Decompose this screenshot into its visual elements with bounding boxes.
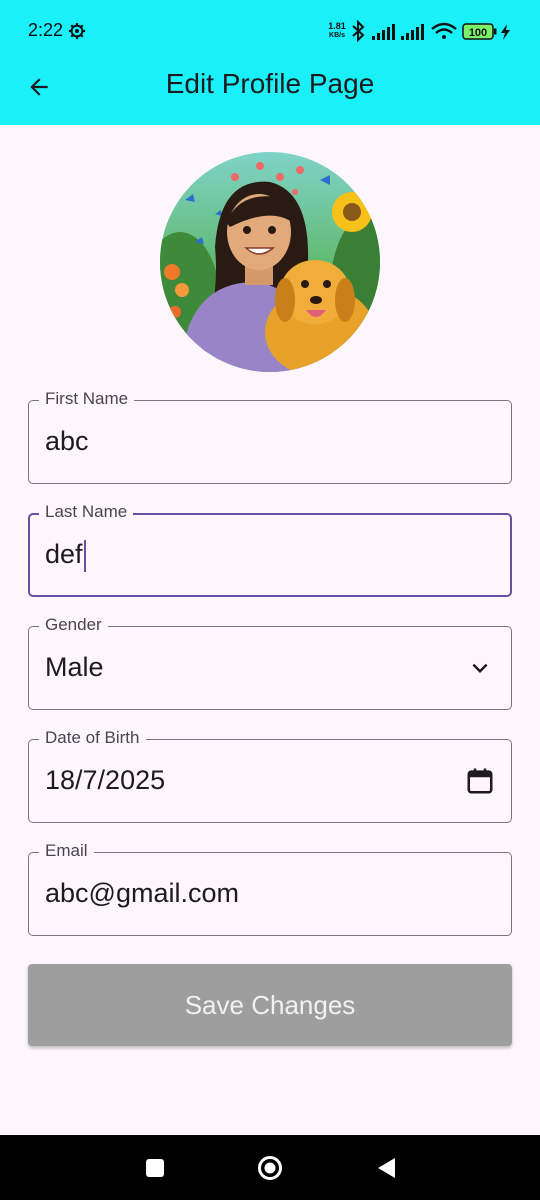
status-icons: 100 <box>352 20 510 42</box>
last-name-field[interactable]: Last Name def <box>28 502 512 597</box>
text-caret <box>83 539 86 572</box>
first-name-value: abc <box>45 426 89 456</box>
email-field[interactable]: Email abc@gmail.com <box>28 841 512 936</box>
header-area: 2:22 1.81 KB/s 100 Edit Profile Page <box>0 0 540 125</box>
recent-apps-button[interactable] <box>142 1155 168 1181</box>
date-of-birth-label: Date of Birth <box>39 728 146 748</box>
network-speed-unit: KB/s <box>329 32 345 39</box>
gender-value: Male <box>45 652 104 682</box>
avatar-illustration <box>160 152 380 372</box>
sunflower <box>332 192 372 232</box>
gender-label: Gender <box>39 615 108 635</box>
calendar-icon[interactable] <box>465 766 495 796</box>
page-title: Edit Profile Page <box>165 68 375 99</box>
signal-icon <box>372 24 395 40</box>
last-name-label: Last Name <box>39 502 134 522</box>
network-speed-value: 1.81 <box>328 21 346 31</box>
home-button[interactable] <box>256 1154 284 1182</box>
first-name-label: First Name <box>39 389 135 409</box>
email-label: Email <box>39 841 94 861</box>
status-bar: 2:22 1.81 KB/s 100 <box>0 0 540 62</box>
last-name-value: def <box>45 539 83 569</box>
network-speed: 1.81 KB/s <box>325 22 349 40</box>
bluetooth-icon <box>352 20 365 42</box>
settings-gear-icon <box>68 22 86 40</box>
system-navigation-bar <box>0 1135 540 1200</box>
battery-icon: 100 <box>462 23 497 40</box>
profile-avatar[interactable] <box>160 152 380 372</box>
status-time: 2:22 <box>28 20 64 40</box>
signal-icon <box>401 24 424 40</box>
battery-level: 100 <box>469 27 487 39</box>
date-of-birth-value: 18/7/2025 <box>45 765 166 795</box>
triangle-back-icon <box>378 1158 395 1178</box>
charging-bolt-icon <box>501 24 510 40</box>
first-name-field[interactable]: First Name abc <box>28 389 512 484</box>
last-name-input: def <box>45 539 86 572</box>
square-icon <box>146 1159 164 1177</box>
date-of-birth-field[interactable]: Date of Birth 18/7/2025 <box>28 728 512 823</box>
gender-dropdown[interactable]: Gender Male <box>28 615 512 710</box>
back-nav-button[interactable] <box>374 1155 400 1181</box>
save-changes-button[interactable]: Save Changes <box>28 964 512 1046</box>
email-value: abc@gmail.com <box>45 878 239 908</box>
wifi-icon <box>431 22 457 39</box>
chevron-down-icon <box>472 663 488 673</box>
